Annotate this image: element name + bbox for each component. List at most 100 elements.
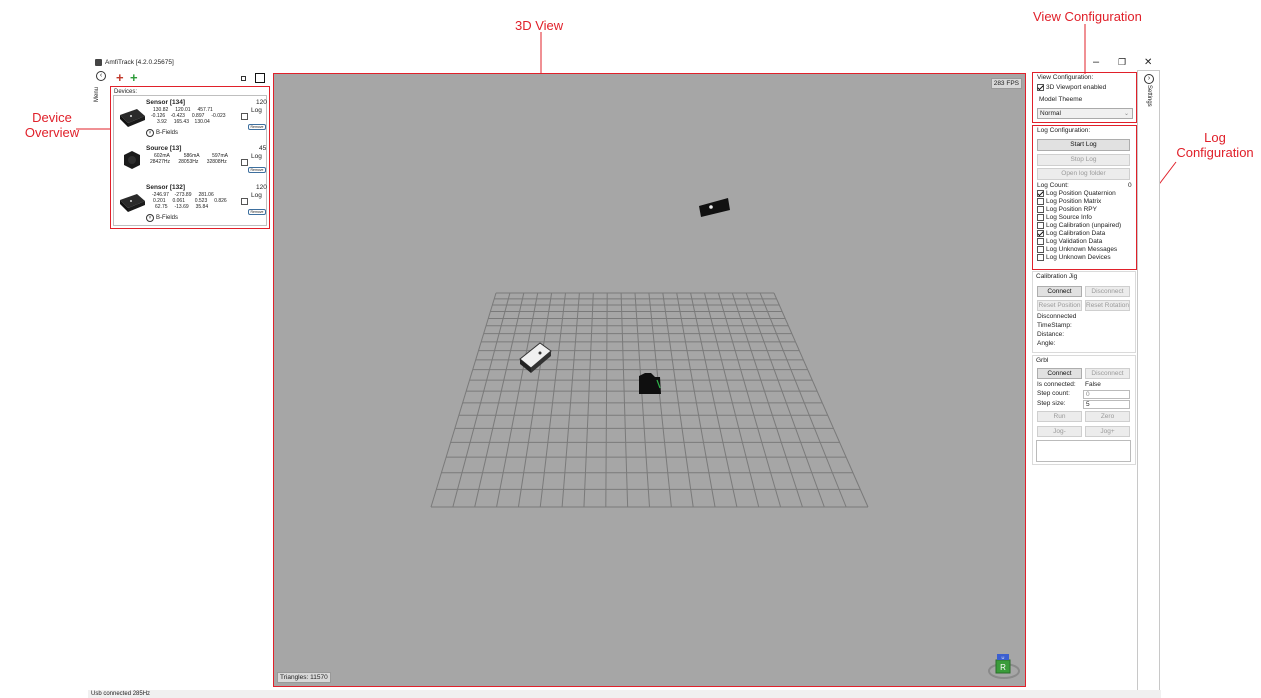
grid-line — [620, 292, 629, 508]
grbl-jog-plus-button[interactable]: Jog+ — [1085, 426, 1130, 437]
add-device-green-icon[interactable]: + — [130, 71, 138, 84]
callout-log-config-line1: Log — [1204, 130, 1226, 145]
3d-viewport[interactable]: 283 FPS Triangles: 11570 R U — [273, 73, 1026, 687]
device-item[interactable]: Sensor [134] 120 130.82 120.01 457.71 -0… — [115, 97, 267, 141]
viewport-enabled-checkbox[interactable] — [1037, 84, 1044, 91]
grid-line — [690, 292, 738, 508]
grbl-run-button[interactable]: Run — [1037, 411, 1082, 422]
log-option-checkbox[interactable] — [1037, 254, 1044, 261]
reset-rotation-button[interactable]: Reset Rotation — [1085, 300, 1130, 311]
log-config-title: Log Configuration: — [1037, 127, 1091, 134]
log-option-checkbox[interactable] — [1037, 230, 1044, 237]
add-device-red-icon[interactable]: + — [116, 71, 124, 84]
log-option-checkbox[interactable] — [1037, 206, 1044, 213]
large-window-icon[interactable] — [255, 73, 265, 83]
grbl-zero-button[interactable]: Zero — [1085, 411, 1130, 422]
device-remove-button[interactable]: Remove — [248, 209, 266, 215]
callout-device-overview-line — [76, 128, 110, 130]
log-option-checkbox[interactable] — [1037, 238, 1044, 245]
status-bar: Usb connected 285Hz — [88, 690, 1161, 698]
log-option-row[interactable]: Log Unknown Messages — [1037, 246, 1117, 254]
model-theme-select[interactable]: Normal ⌄ — [1037, 108, 1133, 119]
log-option-checkbox[interactable] — [1037, 246, 1044, 253]
log-option-checkbox[interactable] — [1037, 222, 1044, 229]
log-option-label: Log Calibration (unpaired) — [1046, 222, 1122, 230]
grid-line — [452, 292, 511, 508]
grbl-jog-minus-button[interactable]: Jog- — [1037, 426, 1082, 437]
grbl-connect-button[interactable]: Connect — [1037, 368, 1082, 379]
source-image — [124, 151, 140, 169]
settings-tab-label[interactable]: Settings — [1145, 85, 1152, 107]
device-count: 120 — [256, 184, 267, 191]
calibration-disconnect-button[interactable]: Disconnect — [1085, 286, 1130, 297]
grbl-disconnect-button[interactable]: Disconnect — [1085, 368, 1130, 379]
step-count-value: 0 — [1086, 391, 1090, 398]
log-option-row[interactable]: Log Position Quaternion — [1037, 190, 1116, 198]
expand-icon[interactable]: ˅ — [146, 214, 154, 222]
log-option-checkbox[interactable] — [1037, 190, 1044, 197]
stop-log-button[interactable]: Stop Log — [1037, 154, 1130, 166]
minimize-button[interactable]: – — [1093, 56, 1099, 68]
grbl-is-connected-value: False — [1085, 381, 1101, 388]
log-option-row[interactable]: Log Position RPY — [1037, 206, 1097, 214]
log-option-label: Log Position Quaternion — [1046, 190, 1116, 198]
device-log-label: Log — [251, 192, 262, 199]
bfields-label[interactable]: B-Fields — [156, 130, 178, 136]
bfields-label[interactable]: B-Fields — [156, 215, 178, 221]
settings-toggle-icon[interactable]: › — [1144, 74, 1154, 84]
gizmo-top-label: U — [1002, 655, 1005, 660]
device-log-checkbox[interactable] — [241, 198, 248, 206]
device-overview-panel: Devices: Sensor [134] 120 130.82 120.01 … — [110, 86, 270, 229]
model-theme-label: Model Theeme — [1039, 96, 1083, 103]
floor-grid — [430, 292, 869, 508]
devices-label: Devices: — [114, 89, 138, 95]
grid-line — [605, 292, 608, 508]
restore-button[interactable]: ❐ — [1118, 57, 1126, 68]
device-values-row3: 62.75 -13.69 35.84 — [155, 204, 209, 210]
log-option-checkbox[interactable] — [1037, 198, 1044, 205]
log-option-label: Log Unknown Devices — [1046, 254, 1111, 262]
expand-icon[interactable]: ˅ — [146, 129, 154, 137]
calibration-connect-button[interactable]: Connect — [1037, 286, 1082, 297]
log-option-row[interactable]: Log Source Info — [1037, 214, 1092, 222]
step-size-input[interactable]: 5 — [1083, 400, 1130, 409]
window-title: AmfiTrack [4.2.0.25675] — [105, 59, 174, 66]
reset-position-button[interactable]: Reset Position — [1037, 300, 1082, 311]
close-button[interactable]: ✕ — [1144, 57, 1152, 68]
device-log-checkbox[interactable] — [241, 159, 248, 167]
callout-view-configuration: View Configuration — [1033, 9, 1142, 24]
scene-canvas: R U — [430, 198, 1020, 679]
device-item[interactable]: Sensor [132] 120 -246.97 -273.89 281.06 … — [115, 182, 267, 226]
callout-view-config-line — [1084, 24, 1086, 74]
log-option-checkbox[interactable] — [1037, 214, 1044, 221]
grid-line — [561, 292, 580, 508]
viewport-enabled-row[interactable]: 3D Viewport enabled — [1037, 84, 1106, 92]
chevron-down-icon: ⌄ — [1123, 111, 1129, 117]
sensor-model-floating — [699, 198, 730, 217]
device-remove-button[interactable]: Remove — [248, 167, 266, 173]
step-count-input[interactable]: 0 — [1083, 390, 1130, 399]
log-option-row[interactable]: Log Calibration Data — [1037, 230, 1105, 238]
grid-line — [430, 292, 497, 508]
callout-3d-view-line — [540, 32, 542, 74]
app-icon — [95, 59, 102, 66]
log-option-label: Log Validation Data — [1046, 238, 1103, 246]
device-log-checkbox[interactable] — [241, 113, 248, 121]
log-option-row[interactable]: Log Unknown Devices — [1037, 254, 1111, 262]
status-text: Usb connected 285Hz — [91, 691, 151, 697]
menu-tab-label[interactable]: Menu — [94, 87, 101, 102]
log-option-row[interactable]: Log Calibration (unpaired) — [1037, 222, 1121, 230]
device-values-row3: 3.92 165.43 130.04 — [157, 119, 210, 125]
log-option-row[interactable]: Log Validation Data — [1037, 238, 1102, 246]
start-log-button[interactable]: Start Log — [1037, 139, 1130, 151]
menu-toggle-icon[interactable]: ‹ — [96, 71, 106, 81]
log-count-value: 0 — [1128, 182, 1132, 189]
viewport-enabled-label: 3D Viewport enabled — [1046, 84, 1107, 92]
small-window-icon[interactable] — [241, 76, 246, 81]
device-item[interactable]: Source [13] 45 602mA 586mA 597mA 28427Hz… — [115, 143, 267, 177]
log-option-row[interactable]: Log Position Matrix — [1037, 198, 1101, 206]
settings-tab[interactable]: › Settings — [1137, 70, 1160, 696]
device-remove-button[interactable]: Remove — [248, 124, 266, 130]
open-log-folder-button[interactable]: Open log folder — [1037, 168, 1130, 180]
grbl-output-box[interactable] — [1036, 440, 1131, 462]
